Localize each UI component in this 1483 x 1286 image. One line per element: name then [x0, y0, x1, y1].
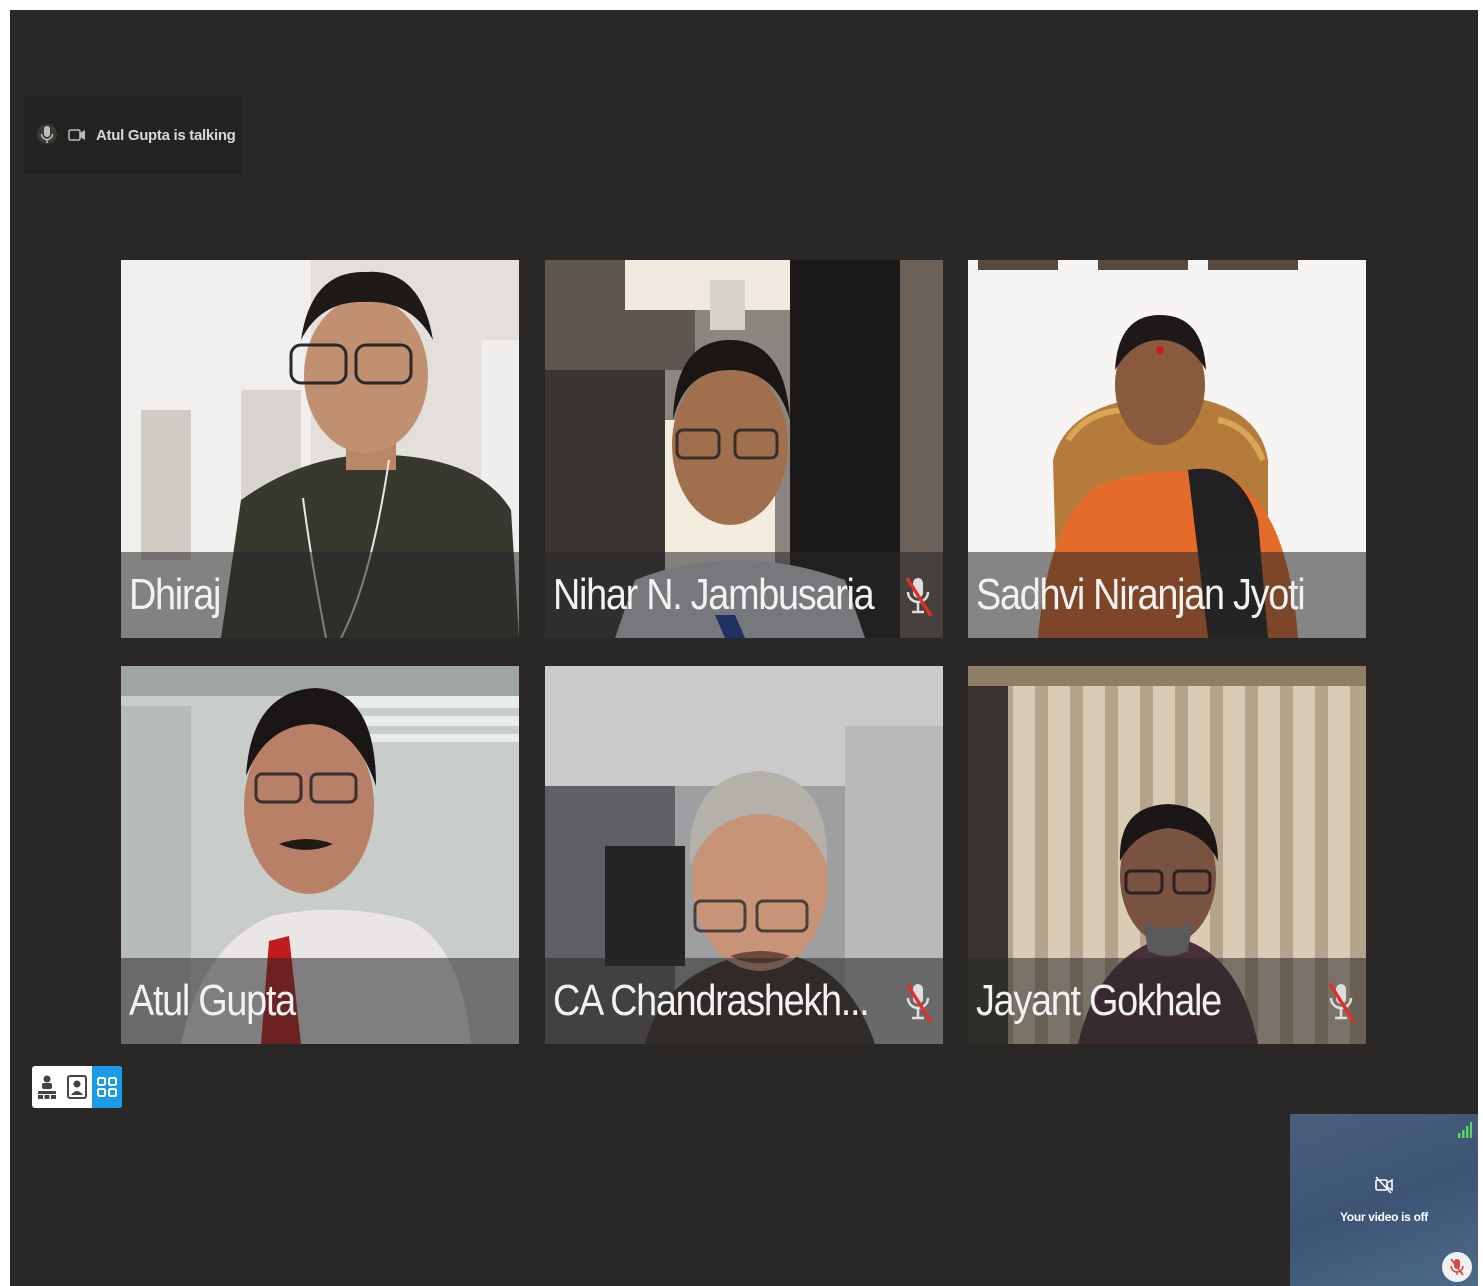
participant-tile-chandrashekhar[interactable]: CA Chandrashekh... — [545, 666, 943, 1044]
mic-muted-icon — [905, 577, 933, 617]
video-camera-icon[interactable] — [68, 128, 86, 142]
mic-muted-icon — [1328, 983, 1356, 1023]
layout-switcher — [32, 1066, 122, 1108]
presenter-layout-button[interactable] — [32, 1066, 62, 1108]
participant-name-bar: Jayant Gokhale — [968, 958, 1366, 1044]
camera-off-icon — [1375, 1176, 1393, 1194]
mic-muted-icon — [905, 983, 933, 1023]
presenter-layout-icon — [38, 1075, 56, 1099]
participant-tile-nihar[interactable]: Nihar N. Jambusaria — [545, 260, 943, 638]
participant-name-bar: Sadhvi Niranjan Jyoti — [968, 552, 1366, 638]
participant-name: CA Chandrashekh... — [553, 976, 870, 1025]
meeting-stage — [10, 10, 1478, 1286]
participant-tile-atul[interactable]: Atul Gupta — [121, 666, 519, 1044]
active-speaker-bar: Atul Gupta is talking — [24, 96, 242, 174]
participant-name: Atul Gupta — [129, 976, 296, 1025]
participant-name-bar: Nihar N. Jambusaria — [545, 552, 943, 638]
mic-muted-icon — [1450, 1258, 1464, 1276]
participant-name-bar: CA Chandrashekh... — [545, 958, 943, 1044]
grid-layout-button[interactable] — [92, 1066, 122, 1108]
participant-name-bar: Dhiraj — [121, 552, 519, 638]
participant-name-bar: Atul Gupta — [121, 958, 519, 1044]
participant-name: Jayant Gokhale — [976, 976, 1222, 1025]
microphone-icon[interactable] — [36, 122, 58, 148]
speaker-layout-icon — [67, 1075, 87, 1099]
participant-name: Nihar N. Jambusaria — [553, 570, 875, 619]
active-speaker-text: Atul Gupta is talking — [96, 126, 236, 144]
grid-layout-icon — [97, 1077, 117, 1097]
participant-name: Dhiraj — [129, 570, 221, 619]
participant-tile-sadhvi[interactable]: Sadhvi Niranjan Jyoti — [968, 260, 1366, 638]
participant-name: Sadhvi Niranjan Jyoti — [976, 570, 1306, 619]
self-view-tile[interactable]: Your video is off — [1290, 1114, 1478, 1286]
signal-strength-icon — [1458, 1122, 1472, 1138]
video-off-message: Your video is off — [1339, 1210, 1429, 1224]
speaker-layout-button[interactable] — [62, 1066, 92, 1108]
self-mic-toggle[interactable] — [1442, 1252, 1472, 1282]
participant-tile-jayant[interactable]: Jayant Gokhale — [968, 666, 1366, 1044]
participant-tile-dhiraj[interactable]: Dhiraj — [121, 260, 519, 638]
